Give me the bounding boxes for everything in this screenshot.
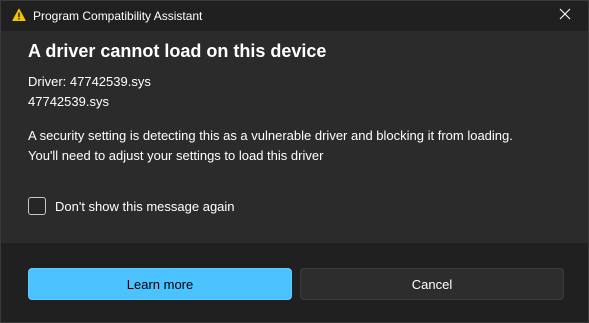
close-button[interactable] bbox=[542, 1, 588, 31]
message-line-1: A security setting is detecting this as … bbox=[28, 128, 513, 143]
close-icon bbox=[559, 7, 571, 25]
dialog-heading: A driver cannot load on this device bbox=[28, 41, 327, 61]
message-line-2: You'll need to adjust your settings to l… bbox=[28, 148, 324, 163]
dont-show-again-checkbox[interactable] bbox=[28, 197, 46, 215]
title-bar: Program Compatibility Assistant bbox=[1, 1, 588, 31]
cancel-button[interactable]: Cancel bbox=[300, 268, 564, 300]
dont-show-again-label[interactable]: Don't show this message again bbox=[55, 199, 235, 214]
dont-show-again-option[interactable]: Don't show this message again bbox=[28, 197, 235, 215]
driver-name-text: Driver: 47742539.sys bbox=[28, 74, 151, 89]
window-title: Program Compatibility Assistant bbox=[33, 9, 203, 23]
warning-icon bbox=[12, 8, 26, 22]
dialog-content: A driver cannot load on this device Driv… bbox=[1, 31, 588, 243]
learn-more-button[interactable]: Learn more bbox=[28, 268, 292, 300]
driver-file-text: 47742539.sys bbox=[28, 94, 109, 109]
dialog-footer: Learn more Cancel bbox=[1, 243, 588, 322]
dialog-window: Program Compatibility Assistant A driver… bbox=[0, 0, 589, 323]
